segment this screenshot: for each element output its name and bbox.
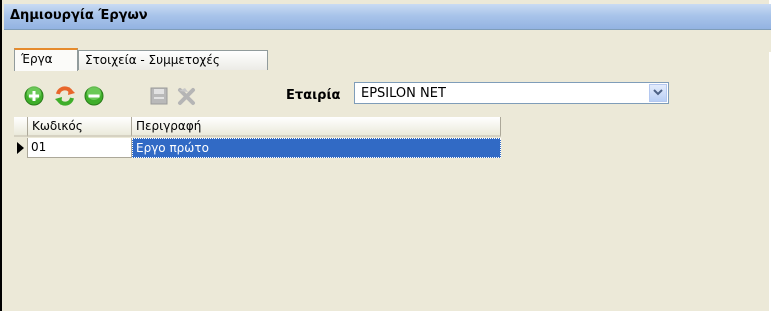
chevron-down-icon xyxy=(653,89,663,96)
add-icon xyxy=(24,86,44,106)
cell-code-text: 01 xyxy=(31,140,47,154)
tab-details-label: Στοιχεία - Συμμετοχές xyxy=(85,53,220,67)
company-label: Εταιρία xyxy=(286,88,341,103)
delete-button[interactable] xyxy=(176,85,198,107)
window-title: Δημιουργία Έργων xyxy=(10,8,148,23)
delete-icon xyxy=(178,88,195,105)
refresh-icon xyxy=(55,86,75,106)
tab-projects[interactable]: Έργα xyxy=(14,48,78,71)
company-select[interactable]: EPSILON NET xyxy=(354,82,669,104)
remove-icon xyxy=(84,86,104,106)
table-row[interactable]: 01 Εργο πρώτο xyxy=(14,138,501,158)
tab-strip: Έργα Στοιχεία - Συμμετοχές xyxy=(4,30,771,71)
title-bar: Δημιουργία Έργων xyxy=(4,4,771,30)
cell-description[interactable]: Εργο πρώτο xyxy=(132,138,501,158)
row-indicator xyxy=(14,138,28,158)
add-button[interactable] xyxy=(23,85,45,107)
column-header-description-label: Περιγραφή xyxy=(136,119,202,133)
window-frame: Δημιουργία Έργων Έργα Στοιχεία - Συμμετο… xyxy=(0,0,771,311)
grid-corner xyxy=(14,117,28,137)
column-header-description[interactable]: Περιγραφή xyxy=(132,117,501,137)
column-header-code[interactable]: Κωδικός xyxy=(28,117,132,137)
refresh-button[interactable] xyxy=(54,85,76,107)
tab-details-participations[interactable]: Στοιχεία - Συμμετοχές xyxy=(78,50,268,70)
remove-button[interactable] xyxy=(83,85,105,107)
dropdown-button[interactable] xyxy=(649,84,667,102)
cell-code[interactable]: 01 xyxy=(28,138,132,158)
cell-description-text: Εργο πρώτο xyxy=(136,141,209,155)
projects-grid: Κωδικός Περιγραφή 01 Εργο πρώτο xyxy=(14,117,501,165)
save-icon xyxy=(150,87,168,105)
tab-projects-label: Έργα xyxy=(21,52,53,66)
company-select-value: EPSILON NET xyxy=(361,86,446,101)
save-button[interactable] xyxy=(148,85,170,107)
column-header-code-label: Κωδικός xyxy=(32,119,83,133)
row-pointer-icon xyxy=(17,142,24,154)
